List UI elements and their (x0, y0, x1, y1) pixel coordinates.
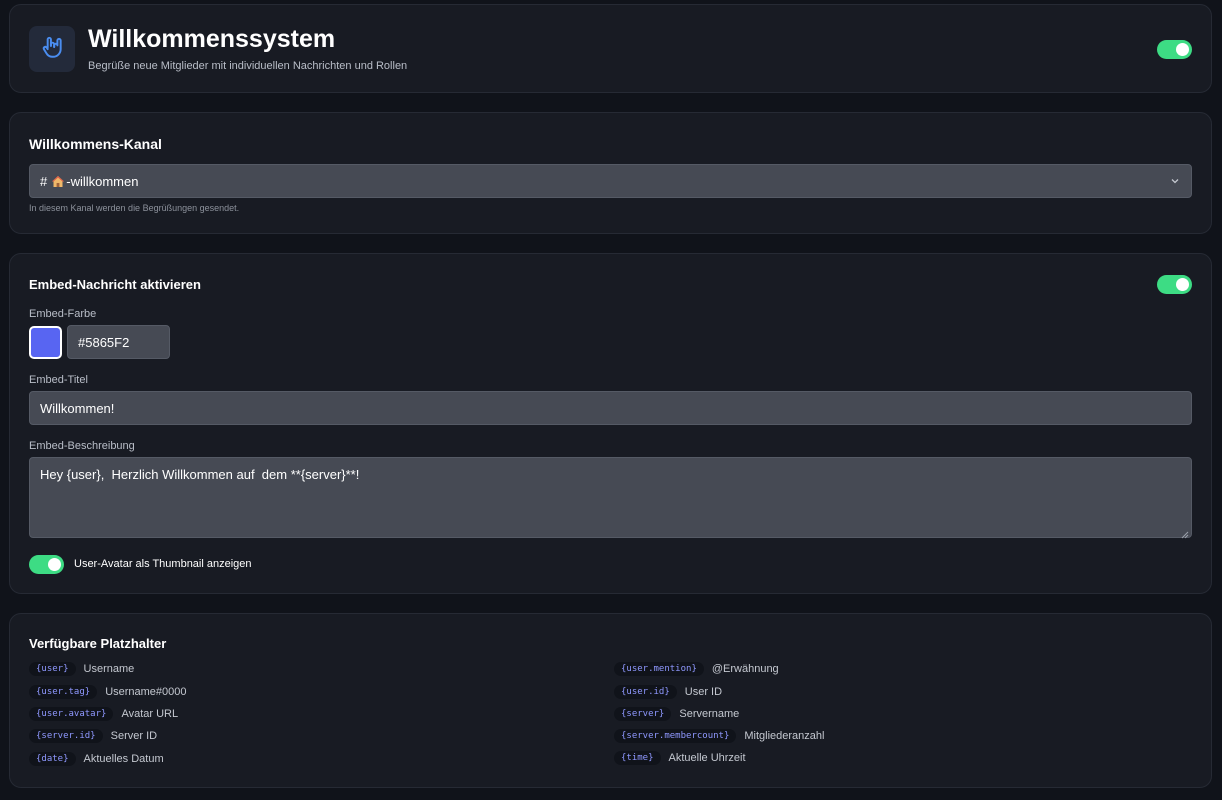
placeholder-item: {date} Aktuelles Datum (29, 752, 164, 766)
placeholder-code[interactable]: {user.mention} (614, 662, 704, 676)
hand-rock-icon (39, 34, 65, 65)
channel-card: Willkommens-Kanal # -willkommen In diese… (9, 112, 1212, 234)
embed-section-title: Embed-Nachricht aktivieren (29, 277, 201, 292)
placeholder-code[interactable]: {user.avatar} (29, 707, 114, 721)
channel-hint: In diesem Kanal werden die Begrüßungen g… (29, 203, 240, 213)
placeholder-item: {user} Username (29, 662, 134, 676)
placeholder-desc: Avatar URL (121, 708, 179, 720)
system-enable-toggle[interactable] (1157, 40, 1192, 59)
placeholder-desc: Server ID (110, 730, 158, 742)
channel-hash: # (40, 173, 48, 189)
placeholder-desc: Username#0000 (105, 686, 187, 698)
logo (29, 26, 75, 72)
embed-title-input[interactable]: Willkommen! (29, 391, 1192, 425)
placeholder-code[interactable]: {user} (29, 662, 76, 676)
channel-name: -willkommen (66, 173, 139, 189)
page-title: Willkommenssystem (88, 25, 336, 53)
embed-description-label: Embed-Beschreibung (29, 440, 135, 452)
placeholder-item: {user.id} User ID (614, 685, 722, 699)
embed-enable-toggle[interactable] (1157, 275, 1192, 294)
placeholder-item: {user.tag} Username#0000 (29, 685, 187, 699)
header-card: Willkommenssystem Begrüße neue Mitgliede… (9, 4, 1212, 93)
placeholders-section-title: Verfügbare Platzhalter (29, 636, 167, 651)
placeholder-desc: Username (83, 663, 135, 675)
placeholder-code[interactable]: {time} (614, 751, 661, 765)
thumbnail-toggle[interactable] (29, 555, 64, 574)
chevron-down-icon (1169, 175, 1181, 187)
embed-title-label: Embed-Titel (29, 374, 88, 386)
placeholder-desc: @Erwähnung (711, 663, 779, 675)
placeholder-desc: Servername (679, 708, 740, 720)
placeholder-code[interactable]: {server.membercount} (614, 729, 737, 743)
embed-description-textarea[interactable]: Hey {user}, Herzlich Willkommen auf dem … (29, 457, 1192, 539)
toggle-knob (48, 558, 61, 571)
placeholder-desc: User ID (684, 686, 723, 698)
placeholder-code[interactable]: {user.id} (614, 685, 677, 699)
placeholder-code[interactable]: {date} (29, 752, 76, 766)
placeholder-desc: Mitgliederanzahl (744, 730, 825, 742)
placeholder-item: {user.mention} @Erwähnung (614, 662, 779, 676)
channel-select[interactable]: # -willkommen (29, 164, 1192, 198)
page-subtitle: Begrüße neue Mitglieder mit individuelle… (88, 60, 408, 72)
placeholders-card: Verfügbare Platzhalter {user} Username {… (9, 613, 1212, 788)
placeholder-code[interactable]: {server} (614, 707, 672, 721)
placeholder-item: {time} Aktuelle Uhrzeit (614, 751, 746, 765)
embed-description-text: Hey {user}, Herzlich Willkommen auf dem … (40, 467, 360, 482)
thumbnail-label: User-Avatar als Thumbnail anzeigen (74, 558, 252, 570)
placeholder-item: {server.id} Server ID (29, 729, 157, 743)
toggle-knob (1176, 43, 1189, 56)
resize-grip-icon[interactable] (1181, 527, 1189, 539)
placeholder-code[interactable]: {server.id} (29, 729, 103, 743)
placeholder-item: {user.avatar} Avatar URL (29, 707, 178, 721)
placeholder-desc: Aktuelles Datum (83, 753, 164, 765)
embed-color-input[interactable]: #5865F2 (67, 325, 170, 359)
placeholder-code[interactable]: {user.tag} (29, 685, 98, 699)
house-icon (51, 175, 65, 188)
embed-card: Embed-Nachricht aktivieren Embed-Farbe #… (9, 253, 1212, 594)
placeholder-item: {server} Servername (614, 707, 739, 721)
toggle-knob (1176, 278, 1189, 291)
placeholder-desc: Aktuelle Uhrzeit (668, 752, 746, 764)
embed-color-swatch[interactable] (29, 326, 62, 359)
placeholder-item: {server.membercount} Mitgliederanzahl (614, 729, 824, 743)
embed-color-label: Embed-Farbe (29, 308, 97, 320)
channel-section-title: Willkommens-Kanal (29, 136, 162, 152)
